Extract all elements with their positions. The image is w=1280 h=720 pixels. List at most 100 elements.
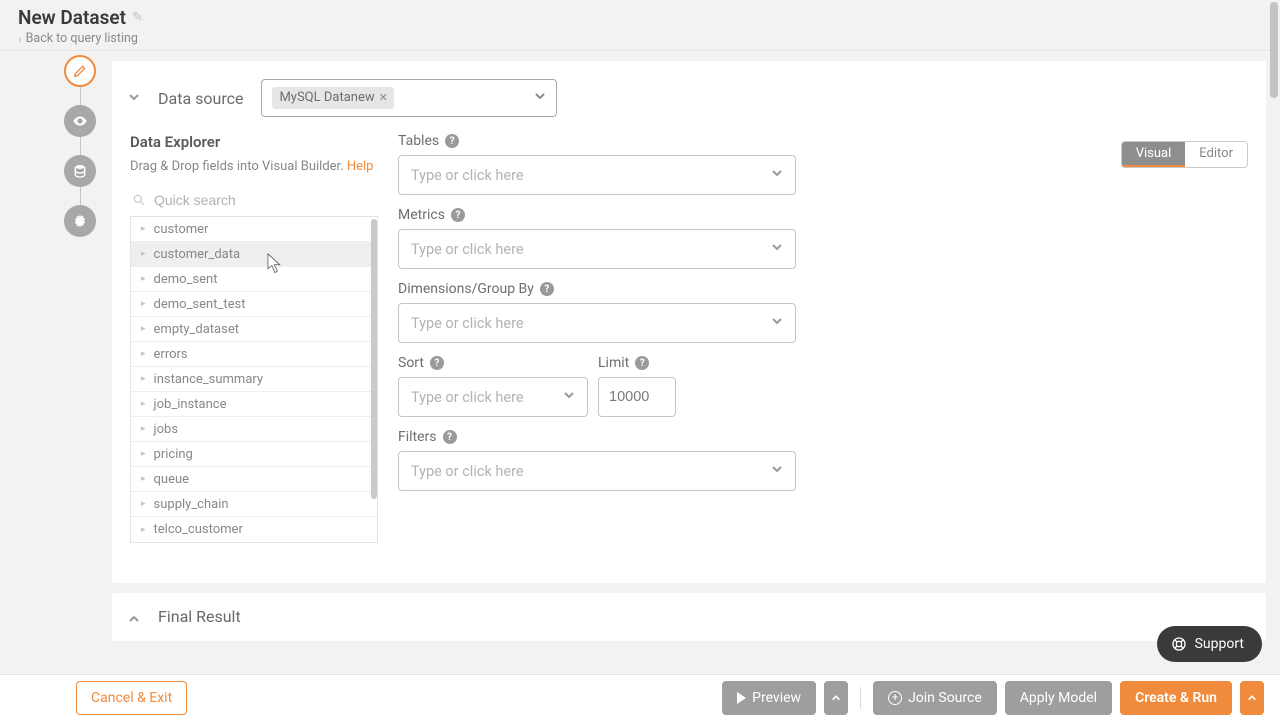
rail-step-settings[interactable] (64, 205, 96, 237)
chevron-right-icon: ▸ (141, 399, 146, 409)
page-scrollbar[interactable] (1270, 2, 1278, 98)
sort-select[interactable]: Type or click here (398, 377, 588, 417)
tree-item[interactable]: ▸telco_customer (131, 517, 377, 542)
page-title: New Dataset (18, 6, 126, 29)
divider (860, 687, 861, 709)
collapse-data-source-icon[interactable] (128, 91, 140, 107)
tree-item-label: empty_dataset (154, 322, 239, 337)
chevron-right-icon: ▸ (141, 424, 146, 434)
tree-item-label: errors (154, 347, 188, 362)
create-run-menu-button[interactable] (1240, 681, 1264, 715)
page-header: New Dataset ✎ ‹ Back to query listing (0, 0, 1280, 51)
dimensions-placeholder: Type or click here (411, 315, 524, 332)
create-run-button[interactable]: Create & Run (1120, 681, 1232, 715)
data-source-select[interactable]: MySQL Datanew ✕ (261, 79, 557, 117)
preview-menu-button[interactable] (824, 681, 848, 715)
filters-select[interactable]: Type or click here (398, 451, 796, 491)
search-input[interactable] (154, 192, 376, 208)
cancel-button[interactable]: Cancel & Exit (76, 681, 187, 715)
collapse-final-result-icon[interactable] (128, 609, 140, 625)
remove-chip-icon[interactable]: ✕ (379, 91, 388, 104)
tree-item-label: demo_sent (154, 272, 218, 287)
rail-step-data[interactable] (64, 155, 96, 187)
final-result-panel: Final Result (112, 593, 1266, 641)
help-link[interactable]: Help (347, 159, 374, 174)
join-source-button[interactable]: + Join Source (873, 681, 997, 715)
tree-item[interactable]: ▸ customer (131, 217, 377, 242)
rail-step-preview[interactable] (64, 105, 96, 137)
tree-item[interactable]: ▸ demo_sent_test (131, 292, 377, 317)
support-button[interactable]: Support (1157, 626, 1262, 662)
database-icon (72, 163, 88, 179)
tab-editor[interactable]: Editor (1185, 142, 1247, 167)
tree-item[interactable]: ▸queue (131, 467, 377, 492)
metrics-help-icon[interactable]: ? (451, 208, 465, 222)
sort-help-icon[interactable]: ? (430, 356, 444, 370)
tree-item[interactable]: ▸pricing (131, 442, 377, 467)
tree-item[interactable]: ▸ empty_dataset (131, 317, 377, 342)
chevron-down-icon (128, 91, 140, 103)
tree-item[interactable]: ▸ demo_sent (131, 267, 377, 292)
dimensions-select[interactable]: Type or click here (398, 303, 796, 343)
edit-title-icon[interactable]: ✎ (132, 10, 143, 25)
visual-builder: Visual Editor Tables? Type or click here… (398, 133, 1248, 543)
join-source-label: Join Source (908, 690, 982, 706)
action-bar: Cancel & Exit Preview + Join Source Appl… (0, 674, 1280, 720)
chevron-right-icon: ▸ (141, 324, 146, 334)
tree-item-label: customer_data (154, 247, 241, 262)
tree-item-label: job_instance (154, 397, 227, 412)
builder-tabs: Visual Editor (1121, 141, 1248, 168)
create-run-label: Create & Run (1135, 690, 1217, 706)
apply-model-label: Apply Model (1020, 690, 1097, 706)
chevron-right-icon: ▸ (141, 349, 146, 359)
metrics-placeholder: Type or click here (411, 241, 524, 258)
data-source-chip[interactable]: MySQL Datanew ✕ (272, 87, 393, 109)
tree-item[interactable]: ▸ errors (131, 342, 377, 367)
cancel-label: Cancel & Exit (91, 690, 172, 706)
tab-visual[interactable]: Visual (1122, 142, 1186, 167)
explorer-title: Data Explorer (130, 133, 378, 151)
tree-item[interactable]: ▸supply_chain (131, 492, 377, 517)
chevron-down-icon (771, 167, 783, 183)
tree-scrollbar[interactable] (371, 217, 377, 542)
tables-select[interactable]: Type or click here (398, 155, 796, 195)
tables-help-icon[interactable]: ? (445, 134, 459, 148)
sort-placeholder: Type or click here (411, 389, 524, 406)
step-rail (64, 55, 96, 237)
table-tree: ▸ customer ▸ customer_data ▸ demo_sent ▸ demo_s… (130, 217, 378, 543)
metrics-select[interactable]: Type or click here (398, 229, 796, 269)
data-source-panel: Data source MySQL Datanew ✕ Data Explore… (112, 61, 1266, 583)
tree-item-label: jobs (154, 422, 179, 437)
tree-item[interactable]: ▸instance_summary (131, 367, 377, 392)
limit-help-icon[interactable]: ? (635, 356, 649, 370)
tree-item[interactable]: ▸ jobs (131, 417, 377, 442)
rail-step-edit[interactable] (64, 55, 96, 87)
chevron-right-icon: ▸ (141, 249, 146, 259)
chevron-up-icon (831, 693, 841, 703)
explorer-subtitle: Drag & Drop fields into Visual Builder. (130, 159, 344, 174)
chevron-right-icon: ▸ (141, 274, 146, 284)
data-source-chip-label: MySQL Datanew (279, 90, 374, 105)
back-link-label: Back to query listing (26, 31, 138, 46)
chevron-right-icon: ▸ (141, 299, 146, 309)
preview-button[interactable]: Preview (722, 681, 816, 715)
dimensions-help-icon[interactable]: ? (540, 282, 554, 296)
back-link[interactable]: ‹ Back to query listing (18, 31, 1262, 46)
filters-help-icon[interactable]: ? (443, 430, 457, 444)
filters-label: Filters (398, 429, 437, 445)
tree-item-label: instance_summary (154, 372, 264, 387)
limit-input[interactable] (598, 377, 676, 417)
sort-label: Sort (398, 355, 424, 371)
final-result-label: Final Result (158, 607, 241, 626)
life-ring-icon (1171, 636, 1187, 652)
gear-icon (72, 213, 88, 229)
tree-item-label: customer (154, 222, 209, 237)
eye-icon (72, 113, 88, 129)
tree-item[interactable]: ▸ customer_data (131, 242, 377, 267)
tree-item[interactable]: ▸ job_instance (131, 392, 377, 417)
data-source-label: Data source (158, 89, 243, 108)
support-label: Support (1195, 636, 1244, 652)
apply-model-button[interactable]: Apply Model (1005, 681, 1112, 715)
chevron-right-icon: ▸ (141, 224, 146, 234)
tree-item-label: demo_sent_test (154, 297, 246, 312)
